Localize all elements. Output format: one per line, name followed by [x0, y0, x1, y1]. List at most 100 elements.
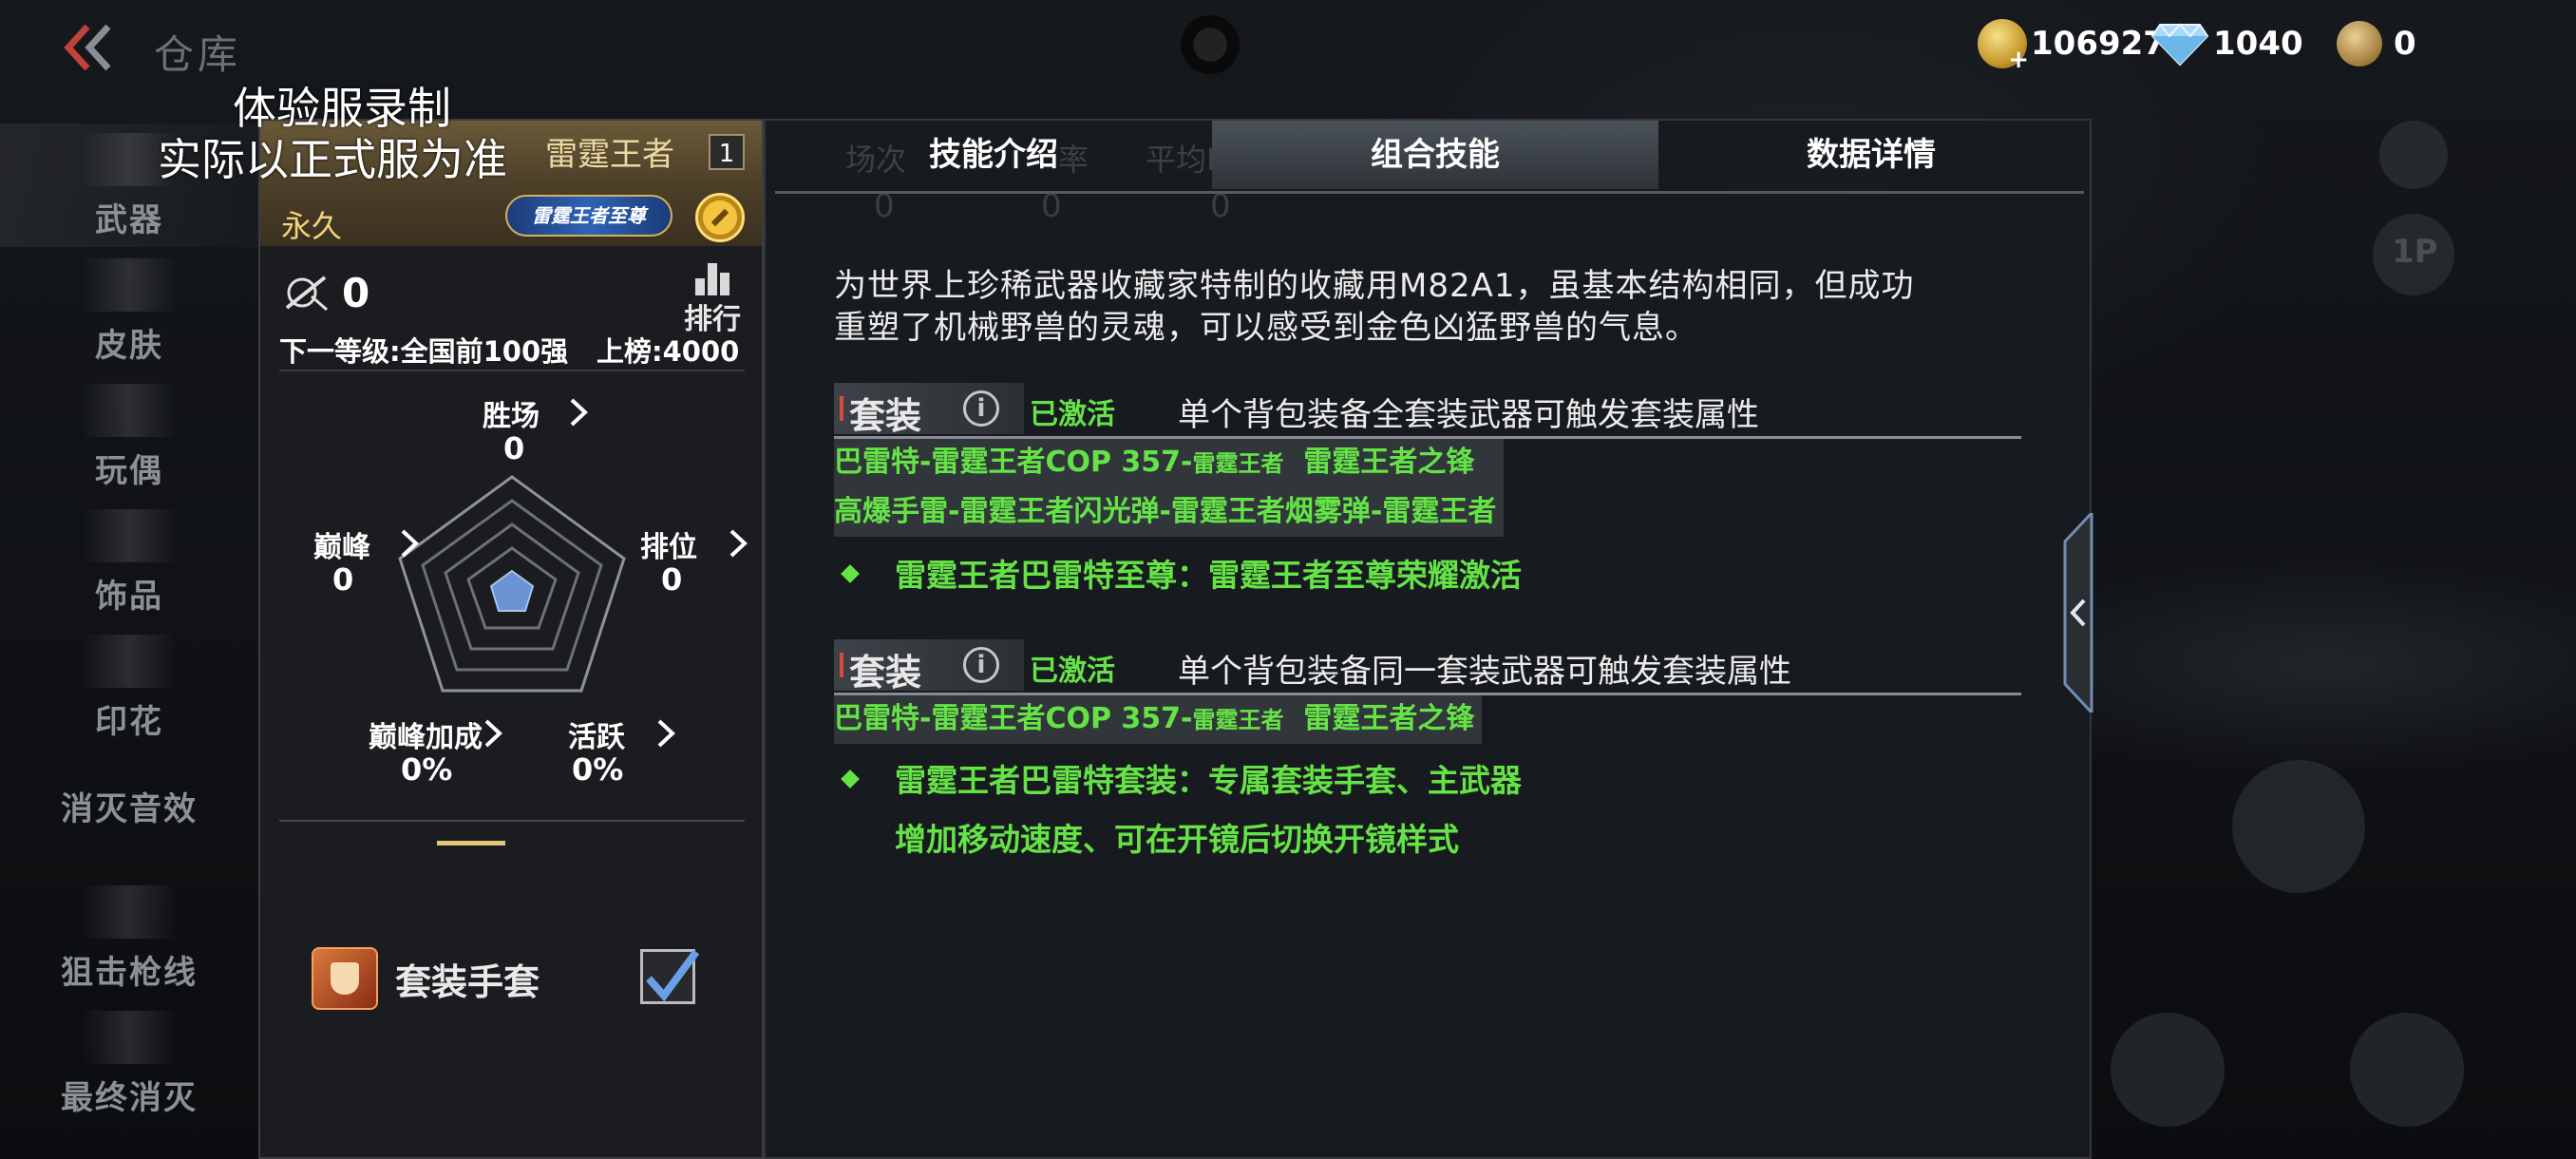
- crosshair-kill-icon: [285, 276, 328, 312]
- member-text-tail: 雷霆王者之锋: [1283, 446, 1475, 479]
- leaderboard-threshold: 上榜:4000: [597, 335, 740, 368]
- sidebar-item-label: 最终消灭: [61, 1079, 198, 1117]
- sidebar-item-kill-sound[interactable]: 消灭音效: [0, 750, 258, 874]
- member-small: 雷霆王者: [1192, 707, 1284, 733]
- info-icon[interactable]: i: [963, 390, 999, 427]
- scope-button[interactable]: [2350, 1013, 2464, 1127]
- sidebar-item-dolls[interactable]: 玩偶: [0, 374, 258, 498]
- ticket-amount: 0: [2394, 25, 2416, 63]
- tab-bar: 场次 率 平均KDA 0 0 0 技能介绍 组合技能 数据详情: [775, 121, 2084, 225]
- set-tag-label: 套装: [849, 652, 922, 694]
- minimap-button[interactable]: [2379, 121, 2448, 189]
- peak-value: 0: [332, 561, 354, 598]
- medal-icon[interactable]: [695, 193, 745, 242]
- set-members: 巴雷特-雷霆王者COP 357-雷霆王者 雷霆王者之锋 高爆手雷-雷霆王者闪光弹…: [834, 438, 1505, 537]
- leaderboard-button[interactable]: 排行: [680, 263, 745, 336]
- ranked-chevron-icon[interactable]: [728, 527, 748, 560]
- sidebar-item-skins[interactable]: 皮肤: [0, 249, 258, 372]
- wins-label: 胜场: [483, 400, 540, 433]
- tab-skill-intro[interactable]: 技能介绍: [775, 121, 1212, 189]
- set-bonus-block: 套装 i 已激活 单个背包装备同一套装武器可触发套装属性 巴雷特-雷霆王者COP…: [834, 639, 2031, 953]
- peak-label: 巅峰: [313, 531, 370, 564]
- set-member-row: 巴雷特-雷霆王者COP 357-雷霆王者 雷霆王者之锋: [834, 694, 1482, 744]
- sidebar-item-label: 皮肤: [95, 327, 163, 365]
- diamond-currency[interactable]: 1040: [2150, 17, 2303, 70]
- weapon-description: 为世界上珍稀武器收藏家特制的收藏用M82A1，虽基本结构相同，但成功重塑了机械野…: [834, 267, 1915, 347]
- sidebar-item-final-kill[interactable]: 最终消灭: [0, 1001, 258, 1125]
- skill-panel: 场次 率 平均KDA 0 0 0 技能介绍 组合技能 数据详情 为世界上珍稀武器…: [764, 119, 2092, 1159]
- set-bonus-line: 雷霆王者巴雷特至尊：雷霆王者至尊荣耀激活: [834, 550, 1522, 596]
- back-button[interactable]: [59, 21, 116, 74]
- peak-chevron-icon[interactable]: [399, 527, 420, 560]
- active-chevron-icon[interactable]: [655, 717, 676, 750]
- sidebar-item-label: 武器: [95, 201, 163, 239]
- sidebar-item-label: 印花: [95, 703, 163, 741]
- reload-button[interactable]: [2232, 760, 2365, 893]
- stats-radar-chart: [398, 475, 626, 693]
- perspective-label: 1P: [2392, 233, 2438, 271]
- set-bonus-text: 增加移动速度、可在开镜后切换开镜样式: [895, 821, 1459, 858]
- sidebar-item-stamps[interactable]: 印花: [0, 625, 258, 749]
- gold-amount: 106927: [2031, 25, 2166, 63]
- gloves-icon: [312, 947, 378, 1010]
- peak-bonus-label: 巅峰加成: [369, 721, 483, 754]
- divider: [279, 820, 745, 822]
- weapon-duration: 永久: [281, 208, 343, 244]
- wins-value: 0: [503, 430, 525, 466]
- diamond-icon: [2150, 23, 2209, 66]
- tab-data-details[interactable]: 数据详情: [1658, 121, 2084, 189]
- wins-chevron-icon[interactable]: [568, 396, 589, 428]
- set-gloves-checkbox[interactable]: [640, 949, 700, 1004]
- set-tag-marker: [840, 396, 843, 421]
- ranked-value: 0: [661, 561, 683, 598]
- member-small: 雷霆王者: [1192, 450, 1284, 477]
- set-header: 套装 i 已激活 单个背包装备全套装武器可触发套装属性: [834, 383, 2031, 439]
- next-level-text: 下一等级:全国前100强: [279, 335, 569, 368]
- perspective-button[interactable]: 1P: [2373, 214, 2454, 295]
- set-header: 套装 i 已激活 单个背包装备同一套装武器可触发套装属性: [834, 639, 2031, 695]
- active-label: 活跃: [568, 721, 625, 754]
- bullet-diamond-icon: [841, 770, 860, 788]
- doll-icon: [82, 384, 177, 437]
- member-text-tail: 雷霆王者之锋: [1283, 702, 1475, 735]
- peak-bonus-chevron-icon[interactable]: [483, 717, 503, 750]
- member-text: 高爆手雷-雷霆王者闪光弹-雷霆王者烟雾弹-雷霆王者: [834, 495, 1497, 528]
- ticket-currency[interactable]: 0: [2337, 17, 2416, 70]
- sniper-icon: [82, 885, 177, 939]
- skull-icon: [82, 1011, 177, 1064]
- set-tag-marker: [840, 653, 843, 677]
- swap-weapon-button[interactable]: [2111, 1013, 2225, 1127]
- member-text: 巴雷特-雷霆王者COP 357-: [834, 702, 1193, 735]
- sidebar-item-sniper-line[interactable]: 狙击枪线: [0, 876, 258, 999]
- tab-combo-skill[interactable]: 组合技能: [1212, 121, 1658, 189]
- info-icon[interactable]: i: [963, 647, 999, 683]
- set-bonus-text: 雷霆王者巴雷特套装：专属套装手套、主武器: [895, 762, 1522, 799]
- peak-bonus-value: 0%: [401, 751, 453, 788]
- ticket-icon: [2337, 21, 2382, 66]
- kill-count: 0: [283, 269, 369, 316]
- divider: [279, 370, 745, 371]
- sidebar-item-accessories[interactable]: 饰品: [0, 500, 258, 623]
- set-bonus-line: 增加移动速度、可在开镜后切换开镜样式: [895, 814, 1459, 860]
- accessory-icon: [82, 509, 177, 562]
- weapon-name: 雷霆王者: [545, 136, 674, 174]
- set-bonus-line: 雷霆王者巴雷特套装：专属套装手套、主武器: [834, 755, 1522, 801]
- leaderboard-icon: [689, 263, 736, 295]
- rank-title-chip: 雷霆王者至尊: [505, 195, 672, 237]
- gold-currency[interactable]: 106927: [1978, 17, 2166, 74]
- set-gloves-label: 套装手套: [395, 961, 540, 1003]
- sidebar-item-label: 玩偶: [95, 452, 163, 490]
- gold-coin-icon: [1978, 19, 2029, 74]
- camera-cutout: [1181, 15, 1240, 74]
- checkmark-icon: [646, 949, 700, 1002]
- active-value: 0%: [572, 751, 624, 788]
- sidebar-item-label: 饰品: [95, 578, 163, 616]
- set-status: 已激活: [1030, 655, 1115, 688]
- set-tag: 套装 i: [834, 639, 1024, 694]
- weapon-info-panel: 雷霆王者 1 永久 雷霆王者至尊 0 排行 下一等级:全国前100强 上榜:40…: [258, 119, 764, 1159]
- skin-icon: [82, 258, 177, 312]
- collapse-panel-button[interactable]: [2059, 513, 2097, 712]
- set-status: 已激活: [1030, 398, 1115, 431]
- set-tag-label: 套装: [849, 395, 922, 437]
- set-member-row: 巴雷特-雷霆王者COP 357-雷霆王者 雷霆王者之锋: [834, 438, 1504, 487]
